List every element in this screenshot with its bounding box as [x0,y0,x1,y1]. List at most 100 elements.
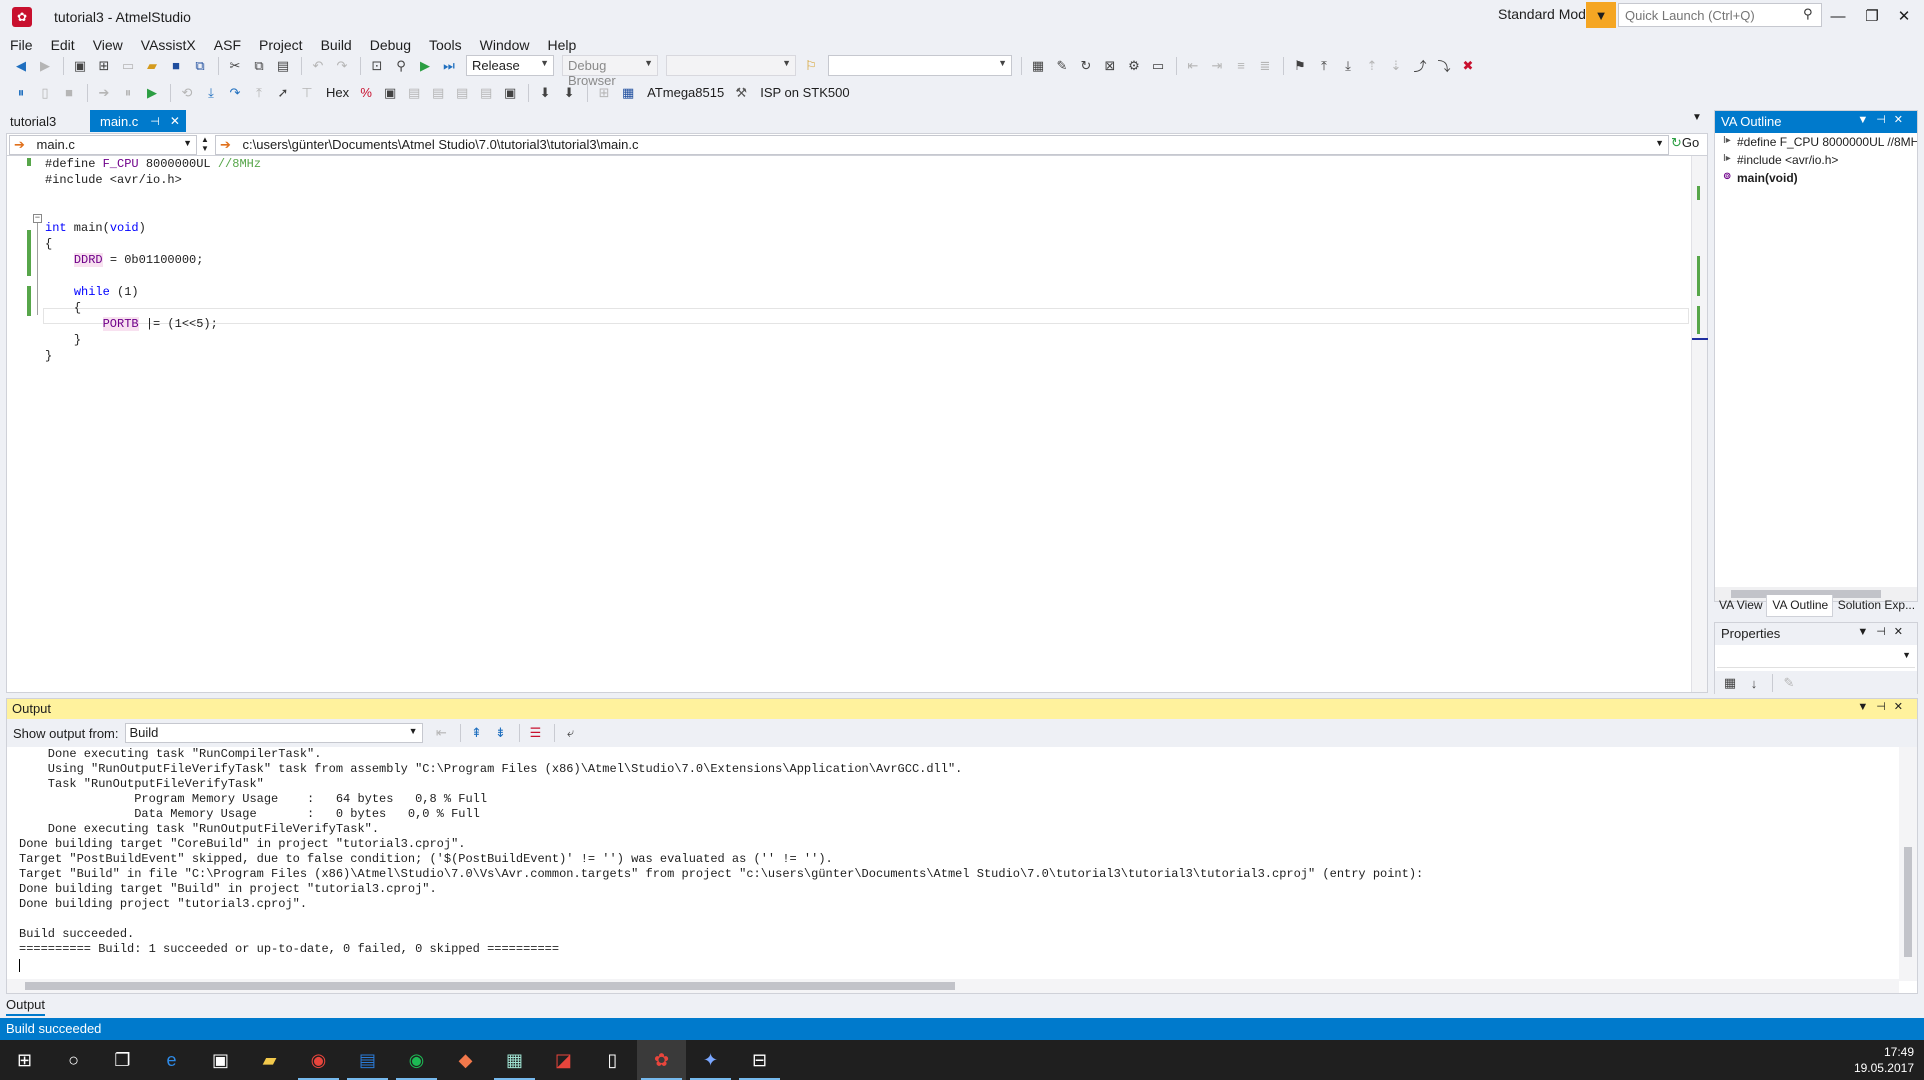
prev-bookmark-folder-icon[interactable]: ⇡ [1361,55,1383,77]
editor-vertical-scrollbar[interactable] [1691,156,1708,692]
program-device-icon[interactable]: ⬇ [534,82,556,104]
assistant-app-icon[interactable]: ✦ [686,1040,735,1080]
step-over-icon[interactable]: ↷ [224,82,246,104]
output-vertical-scrollbar[interactable] [1899,747,1917,981]
locals-icon[interactable]: ▤ [427,82,449,104]
acrobat-icon[interactable]: ◪ [539,1040,588,1080]
tool-label[interactable]: ISP on STK500 [760,85,849,100]
document-app-icon[interactable]: ▯ [588,1040,637,1080]
settings-icon[interactable]: ⚙ [1123,55,1145,77]
find-combo-icon[interactable]: ⚐ [800,55,822,77]
back-icon[interactable]: ◀ [10,55,32,77]
menu-project[interactable]: Project [259,37,303,53]
uncomment-icon[interactable]: ≣ [1254,55,1276,77]
start-without-debugging-icon[interactable]: ⏭ [438,55,460,77]
menu-file[interactable]: File [10,37,33,53]
atmel-studio-taskbar-icon[interactable]: ✿ [637,1040,686,1080]
collapse-toggle-icon[interactable]: − [33,214,42,223]
find-icon[interactable]: ⊡ [366,55,388,77]
device-label[interactable]: ATmega8515 [647,85,724,100]
file-path-combo[interactable]: ➔ c:\users\günter\Documents\Atmel Studio… [215,135,1669,155]
menu-window[interactable]: Window [480,37,530,53]
open-file-icon[interactable]: ▰ [141,55,163,77]
menu-build[interactable]: Build [321,37,352,53]
file-explorer-icon[interactable]: ▰ [245,1040,294,1080]
menu-debug[interactable]: Debug [370,37,411,53]
tool-icon[interactable]: ⚒ [730,82,752,104]
audition-icon[interactable]: ▦ [490,1040,539,1080]
bookmark-icon[interactable]: ⚑ [1289,55,1311,77]
watch-icon[interactable]: ▤ [403,82,425,104]
tab-output[interactable]: Output [6,997,46,1016]
cortana-search-icon[interactable]: ○ [49,1040,98,1080]
scroll-thumb[interactable] [1904,847,1912,957]
task-view-icon[interactable]: ❐ [98,1040,147,1080]
increase-indent-icon[interactable]: ⇥ [1206,55,1228,77]
tab-va-view[interactable]: VA View [1714,595,1766,617]
panel-controls[interactable]: ▼⊣✕ [1857,113,1911,126]
io-view-icon[interactable]: ▤ [475,82,497,104]
stop-icon[interactable]: ■ [58,82,80,104]
memory-window-icon[interactable]: ▣ [379,82,401,104]
outline-item-define[interactable]: I▸ #define F_CPU 8000000UL //8MHz [1715,133,1917,151]
prev-message-icon[interactable]: ⇞ [466,722,488,744]
pin-icon[interactable]: ⊣ [150,115,160,128]
decrease-indent-icon[interactable]: ⇤ [1182,55,1204,77]
word-wrap-icon[interactable]: ⤶ [560,722,582,744]
menu-asf[interactable]: ASF [214,37,241,53]
window-layout-icon[interactable]: ▭ [1147,55,1169,77]
clear-all-icon[interactable]: ☰ [525,722,547,744]
windows-start-icon[interactable]: ⊞ [0,1040,49,1080]
outline-item-main[interactable]: ⊚ main(void) [1715,169,1917,187]
device-tools-icon[interactable]: ⊞ [593,82,615,104]
output-horizontal-scrollbar[interactable] [7,979,1899,993]
configuration-select[interactable]: Release ▼ [466,55,554,76]
search-icon[interactable]: ⚲ [1803,6,1813,22]
outlook-icon[interactable]: ▤ [343,1040,392,1080]
menu-help[interactable]: Help [547,37,576,53]
refresh-icon[interactable]: ↻ [1075,55,1097,77]
debug-target-select[interactable]: ▼ [666,55,796,76]
tab-main-c[interactable]: main.c ⊣ ✕ [90,110,186,132]
hex-display-icon[interactable]: % [355,82,377,104]
output-source-select[interactable]: Build ▼ [124,723,423,743]
continue-icon[interactable]: ▶ [141,82,163,104]
add-item-icon[interactable]: ⊞ [93,55,115,77]
undo-icon[interactable]: ↶ [307,55,329,77]
program-device-alt-icon[interactable]: ⬇ [558,82,580,104]
hex-toggle-button[interactable]: Hex [326,85,349,100]
registers-icon[interactable]: ▤ [451,82,473,104]
reset-icon[interactable]: ⟲ [176,82,198,104]
disassembly-icon[interactable]: ⊤ [296,82,318,104]
menu-edit[interactable]: Edit [51,37,75,53]
debug-browser-select[interactable]: Debug Browser ▼ [562,55,658,88]
break-all-icon[interactable]: ⏸ [10,82,32,104]
maps-icon[interactable]: ◆ [441,1040,490,1080]
prev-bookmark-doc-icon[interactable]: ⤴ [1409,55,1431,77]
previous-bookmark-icon[interactable]: ⤒ [1313,55,1335,77]
device-programming-icon[interactable]: ▦ [1027,55,1049,77]
processor-status-icon[interactable]: ▣ [499,82,521,104]
copy-icon[interactable]: ⧉ [248,55,270,77]
go-button[interactable]: ↻Go [1671,135,1705,155]
find-in-files-icon[interactable]: ⚲ [390,55,412,77]
find-combo[interactable]: ▼ [828,55,1012,76]
properties-object-select[interactable]: ▼ [1717,648,1915,668]
cut-icon[interactable]: ✂ [224,55,246,77]
save-icon[interactable]: ■ [165,55,187,77]
stop-debugging-icon[interactable]: ▯ [34,82,56,104]
tab-solution-explorer[interactable]: Solution Exp... [1833,595,1918,617]
file-scope-select[interactable]: ➔ main.c ▼ [9,135,197,155]
filter-icon[interactable]: ▼ [1586,2,1616,28]
property-pages-icon[interactable]: ✎ [1778,672,1800,694]
add-file-icon[interactable]: ▭ [117,55,139,77]
close-icon[interactable]: ✕ [170,114,180,128]
forward-icon[interactable]: ▶ [34,55,56,77]
redo-icon[interactable]: ↷ [331,55,353,77]
start-debugging-icon[interactable]: ▶ [414,55,436,77]
menu-view[interactable]: View [93,37,123,53]
menu-vassistx[interactable]: VAssistX [141,37,196,53]
network-app-icon[interactable]: ⊟ [735,1040,784,1080]
tools-icon[interactable]: ✎ [1051,55,1073,77]
categorized-icon[interactable]: ▦ [1719,672,1741,694]
